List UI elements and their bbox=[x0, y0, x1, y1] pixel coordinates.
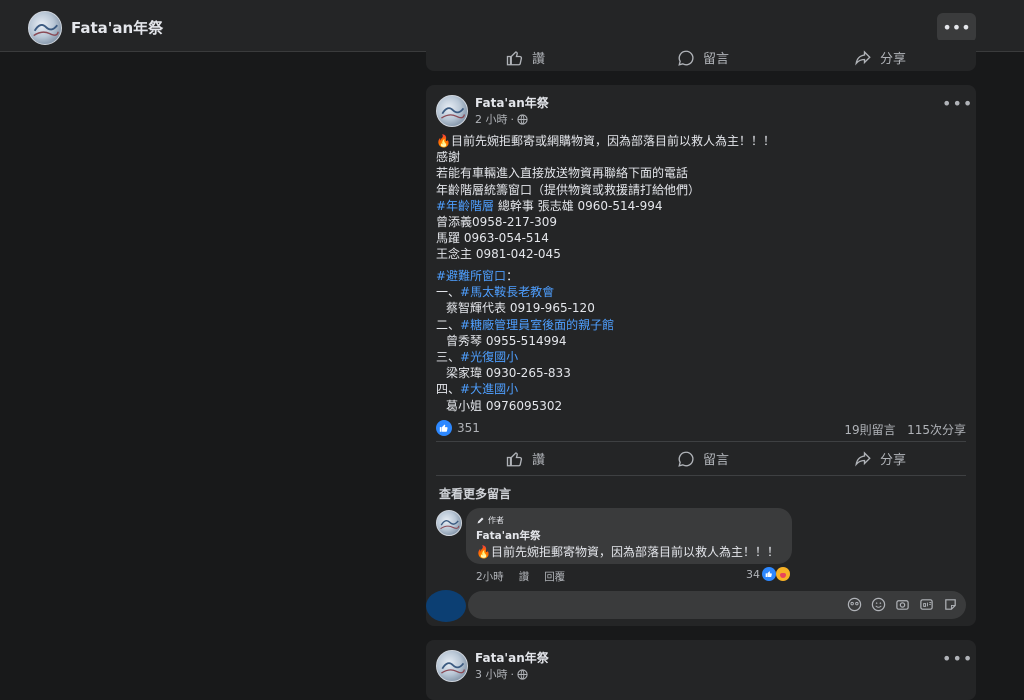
post-line: 二、#糖廠管理員室後面的親子館 bbox=[436, 317, 615, 332]
comment-like-button[interactable]: 讚 bbox=[519, 569, 530, 584]
post-time-text: 2 小時 bbox=[475, 113, 508, 126]
comment-button[interactable]: 留言 bbox=[677, 48, 729, 67]
like-reaction-icon[interactable] bbox=[436, 420, 452, 436]
page-avatar[interactable] bbox=[28, 11, 62, 45]
more-icon: ••• bbox=[942, 94, 974, 113]
divider bbox=[436, 441, 966, 442]
comment-text: 🔥目前先婉拒郵寄物資，因為部落目前以救人為主！！！ bbox=[476, 545, 779, 559]
comment-button[interactable]: 留言 bbox=[677, 449, 729, 468]
post-line: #避難所窗口： bbox=[436, 269, 519, 283]
hashtag-link[interactable]: #糖廠管理員室後面的親子館 bbox=[460, 318, 614, 332]
thumbs-up-icon bbox=[506, 50, 523, 65]
share-count[interactable]: 115次分享 bbox=[907, 423, 966, 437]
post-line: 葛小姐 0976095302 bbox=[446, 398, 563, 413]
thumbs-up-icon bbox=[506, 451, 523, 466]
post-line: 🔥目前先婉拒郵寄或網購物資，因為部落目前以救人為主！！！ bbox=[436, 134, 775, 148]
post-more-button[interactable]: ••• bbox=[942, 651, 973, 667]
comment-count[interactable]: 19則留言 bbox=[844, 423, 895, 437]
more-options-button[interactable]: ••• bbox=[937, 13, 976, 42]
post-line: 曾添義0958-217-309 bbox=[436, 215, 558, 230]
divider bbox=[436, 475, 966, 476]
hashtag-link[interactable]: #年齡階層 bbox=[436, 199, 494, 213]
post-line: 三、#光復國小 bbox=[436, 350, 519, 365]
globe-icon bbox=[517, 668, 528, 680]
more-icon: ••• bbox=[942, 18, 971, 37]
post-line: 一、#馬太鞍長老教會 bbox=[436, 285, 555, 300]
comment-reply-button[interactable]: 回覆 bbox=[544, 569, 565, 584]
share-icon bbox=[855, 450, 871, 467]
post-line: 感謝 bbox=[436, 150, 461, 165]
globe-icon bbox=[517, 113, 528, 125]
care-reaction-icon bbox=[776, 567, 790, 581]
view-more-comments-link[interactable]: 查看更多留言 bbox=[439, 485, 511, 502]
camera-icon[interactable] bbox=[895, 597, 910, 612]
post-line: 若能有車輛進入直接放送物資再聯絡下面的電話 bbox=[436, 166, 689, 181]
post-line: 四、#大進國小 bbox=[436, 382, 519, 397]
comment-time[interactable]: 2小時 bbox=[476, 569, 504, 584]
comment-reaction-count: 34 bbox=[746, 567, 760, 581]
post-line: 梁家瑋 0930-265-833 bbox=[446, 366, 571, 381]
hashtag-link[interactable]: #光復國小 bbox=[460, 350, 518, 364]
share-button[interactable]: 分享 bbox=[854, 449, 906, 468]
comment-label: 留言 bbox=[703, 453, 730, 468]
gif-icon[interactable] bbox=[919, 597, 934, 612]
comment-reactions[interactable]: 34 bbox=[746, 567, 790, 581]
more-icon: ••• bbox=[942, 649, 974, 668]
post-line: 蔡智輝代表 0919-965-120 bbox=[446, 301, 595, 316]
avatar-sticker-icon[interactable] bbox=[847, 597, 862, 612]
share-button[interactable]: 分享 bbox=[854, 48, 906, 67]
next-post-card: Fata'an年祭 3 小時 · ••• bbox=[426, 640, 976, 700]
post-more-button[interactable]: ••• bbox=[942, 96, 973, 112]
hashtag-link[interactable]: #避難所窗口 bbox=[436, 269, 506, 283]
pencil-icon bbox=[477, 517, 484, 524]
like-button[interactable]: 讚 bbox=[506, 48, 545, 67]
current-user-avatar[interactable] bbox=[426, 590, 466, 622]
like-count[interactable]: 351 bbox=[457, 421, 480, 435]
post-body: 🔥目前先婉拒郵寄或網購物資，因為部落目前以救人為主！！！ 感謝 若能有車輛進入直… bbox=[436, 133, 775, 263]
post-line: 馬躍 0963-054-514 bbox=[436, 231, 549, 246]
comment-meta: 2小時 讚 回覆 bbox=[476, 569, 565, 584]
post-time-text: 3 小時 bbox=[475, 668, 508, 681]
previous-post-card: 讚 留言 分享 bbox=[426, 40, 976, 71]
like-label: 讚 bbox=[532, 453, 546, 468]
post-author-name[interactable]: Fata'an年祭 bbox=[475, 94, 549, 111]
post-card: Fata'an年祭 2 小時 · ••• 🔥目前先婉拒郵寄或網購物資，因為部落目前… bbox=[426, 85, 976, 626]
comment-icon bbox=[678, 50, 694, 66]
comment-bubble: 作者 Fata'an年祭 🔥目前先婉拒郵寄物資，因為部落目前以救人為主！！！ bbox=[466, 508, 792, 564]
post-body-shelters: #避難所窗口： 一、#馬太鞍長老教會 蔡智輝代表 0919-965-120 二、… bbox=[436, 268, 614, 414]
share-icon bbox=[855, 49, 871, 66]
share-label: 分享 bbox=[880, 52, 907, 67]
sticker-icon[interactable] bbox=[943, 597, 958, 612]
like-label: 讚 bbox=[532, 52, 546, 67]
post-line: 王念主 0981-042-045 bbox=[436, 247, 561, 262]
author-badge: 作者 bbox=[476, 515, 504, 526]
comment-icon bbox=[678, 451, 694, 467]
comment-author-avatar[interactable] bbox=[436, 510, 462, 536]
post-stats: 351 19則留言 115次分享 bbox=[436, 420, 966, 438]
comment-input-tools bbox=[847, 597, 958, 612]
comment-input[interactable] bbox=[468, 591, 966, 619]
post-author-avatar[interactable] bbox=[436, 650, 468, 682]
comment-author-name[interactable]: Fata'an年祭 bbox=[476, 528, 541, 543]
comment-share-counts: 19則留言 115次分享 bbox=[844, 421, 966, 438]
hashtag-link[interactable]: #馬太鞍長老教會 bbox=[460, 285, 554, 299]
post-line: #年齡階層 總幹事 張志雄 0960-514-994 bbox=[436, 198, 663, 213]
post-author-name[interactable]: Fata'an年祭 bbox=[475, 649, 549, 666]
like-button[interactable]: 讚 bbox=[506, 449, 545, 468]
emoji-icon[interactable] bbox=[871, 597, 886, 612]
post-line: 曾秀琴 0955-514994 bbox=[446, 333, 567, 348]
post-timestamp[interactable]: 2 小時 · bbox=[475, 111, 528, 127]
post-line: 年齡階層統籌窗口（提供物資或救援請打給他們） bbox=[436, 182, 701, 197]
page-title[interactable]: Fata'an年祭 bbox=[71, 17, 163, 38]
share-label: 分享 bbox=[880, 453, 907, 468]
comment-label: 留言 bbox=[703, 52, 730, 67]
post-timestamp[interactable]: 3 小時 · bbox=[475, 666, 528, 682]
post-author-avatar[interactable] bbox=[436, 95, 468, 127]
hashtag-link[interactable]: #大進國小 bbox=[460, 382, 518, 396]
like-reaction-icon bbox=[762, 567, 776, 581]
